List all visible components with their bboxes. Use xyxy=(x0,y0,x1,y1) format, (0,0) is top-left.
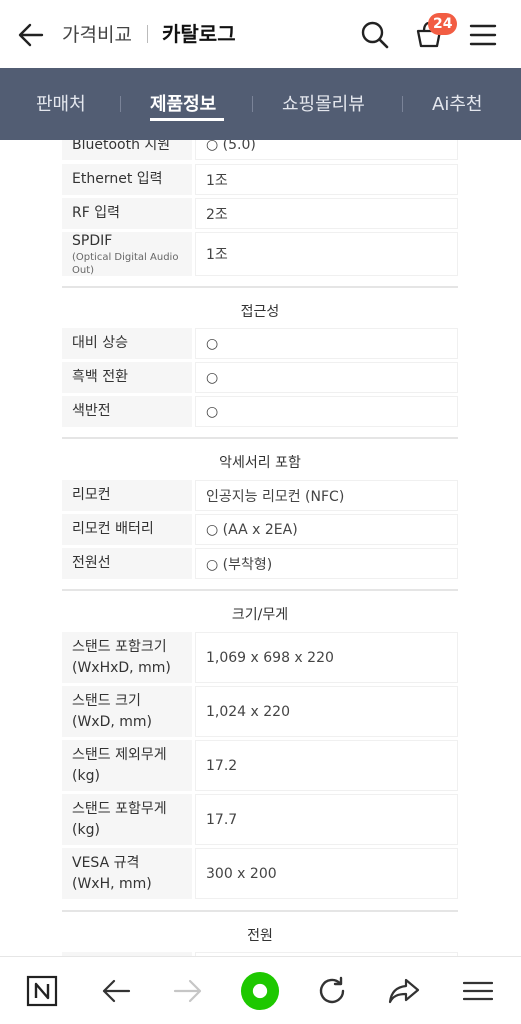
share-icon[interactable] xyxy=(384,971,424,1011)
page-title: 카탈로그 xyxy=(162,22,236,46)
spec-key-unit: (kg) xyxy=(72,821,100,838)
forward-icon[interactable] xyxy=(168,971,208,1011)
spec-key: VESA 규격 (WxH, mm) xyxy=(62,848,192,899)
spec-row-stand-size: 스탠드 크기 (WxD, mm) 1,024 x 220 xyxy=(62,686,458,737)
product-spec-content[interactable]: Bluetooth 지원 ○ (5.0) Ethernet 입력 1조 RF 입… xyxy=(0,140,521,956)
spec-key: 스탠드 포함무게 (kg) xyxy=(62,794,192,845)
tab-divider xyxy=(252,96,253,112)
menu-icon[interactable] xyxy=(458,971,498,1011)
spec-row-invert: 색반전 ○ xyxy=(62,396,458,427)
spec-value: 1,024 x 220 xyxy=(195,686,458,737)
naver-n-icon[interactable] xyxy=(22,971,62,1011)
spec-key-label: 스탠드 포함크기 xyxy=(72,639,167,656)
tab-divider xyxy=(402,96,403,112)
spec-row-remote: 리모컨 인공지능 리모컨 (NFC) xyxy=(62,480,458,511)
section-title-power: 전원 xyxy=(247,928,273,944)
spec-key: 스탠드 크기 (WxD, mm) xyxy=(62,686,192,737)
section-title-accessories: 악세서리 포함 xyxy=(219,455,301,471)
spec-key: Bluetooth 지원 xyxy=(62,140,192,160)
spec-key: 대비 상승 xyxy=(62,328,192,359)
spec-value: ○ (5.0) xyxy=(195,140,458,160)
spec-key-sub: (Optical Digital Audio Out) xyxy=(72,252,179,277)
tab-product-info[interactable]: 제품정보 xyxy=(150,90,216,116)
breadcrumb-divider xyxy=(147,25,148,43)
spec-value: 인공지능 리모컨 (NFC) xyxy=(195,480,458,511)
hamburger-menu-icon[interactable] xyxy=(464,16,502,54)
spec-row-remote-battery: 리모컨 배터리 ○ (AA x 2EA) xyxy=(62,514,458,545)
spec-key: RF 입력 xyxy=(62,198,192,229)
section-divider xyxy=(62,589,458,591)
spec-value: ○ xyxy=(195,328,458,359)
spec-key: 리모컨 배터리 xyxy=(62,514,192,545)
spec-key: 전원선 xyxy=(62,548,192,579)
back-icon[interactable] xyxy=(96,971,136,1011)
section-title-size-weight: 크기/무게 xyxy=(231,607,289,623)
spec-key: 스탠드 제외무게 (kg) xyxy=(62,740,192,791)
spec-row-contrast: 대비 상승 ○ xyxy=(62,328,458,359)
spec-row-grayscale: 흑백 전환 ○ xyxy=(62,362,458,393)
top-app-bar: 가격비교 카탈로그 24 xyxy=(0,0,521,68)
cart-count-badge: 24 xyxy=(428,13,458,35)
tab-ai-recommend[interactable]: Ai추천 xyxy=(432,90,482,116)
spec-row-vesa: VESA 규격 (WxH, mm) 300 x 200 xyxy=(62,848,458,899)
tab-mall-reviews[interactable]: 쇼핑몰리뷰 xyxy=(282,90,365,116)
spec-row-power-cable: 전원선 ○ (부착형) xyxy=(62,548,458,579)
spec-key: Ethernet 입력 xyxy=(62,164,192,195)
section-divider xyxy=(62,910,458,912)
spec-row-ethernet: Ethernet 입력 1조 xyxy=(62,164,458,195)
spec-key: 색반전 xyxy=(62,396,192,427)
spec-key-unit: (kg) xyxy=(72,767,100,784)
spec-row-bluetooth: Bluetooth 지원 ○ (5.0) xyxy=(62,140,458,160)
spec-key-label: 스탠드 포함무게 xyxy=(72,801,167,818)
spec-row-size-with-stand: 스탠드 포함크기 (WxHxD, mm) 1,069 x 698 x 220 xyxy=(62,632,458,683)
spec-value: 1,069 x 698 x 220 xyxy=(195,632,458,683)
spec-value: 1조 xyxy=(195,164,458,195)
active-tab-indicator xyxy=(150,118,224,121)
spec-row-rf: RF 입력 2조 xyxy=(62,198,458,229)
spec-key: 스탠드 포함크기 (WxHxD, mm) xyxy=(62,632,192,683)
browser-bottom-bar xyxy=(0,956,521,1024)
spec-row-spdif: SPDIF (Optical Digital Audio Out) 1조 xyxy=(62,232,458,276)
spec-value: 300 x 200 xyxy=(195,848,458,899)
spec-row-weight-with-stand: 스탠드 포함무게 (kg) 17.7 xyxy=(62,794,458,845)
spec-key-unit: (WxHxD, mm) xyxy=(72,659,171,676)
breadcrumb-parent[interactable]: 가격비교 xyxy=(62,20,132,47)
spec-key-unit: (WxD, mm) xyxy=(72,713,153,730)
spec-value: ○ xyxy=(195,362,458,393)
spec-value: 1조 xyxy=(195,232,458,276)
tab-divider xyxy=(120,96,121,112)
section-divider xyxy=(62,286,458,288)
refresh-icon[interactable] xyxy=(312,971,352,1011)
spec-key: 흑백 전환 xyxy=(62,362,192,393)
spec-value: 17.7 xyxy=(195,794,458,845)
section-title-accessibility: 접근성 xyxy=(240,304,280,320)
spec-value: ○ (부착형) xyxy=(195,548,458,579)
spec-key-label: 스탠드 제외무게 xyxy=(72,747,167,764)
spec-value: 2조 xyxy=(195,198,458,229)
tab-sellers[interactable]: 판매처 xyxy=(36,90,86,116)
spec-row-weight-without-stand: 스탠드 제외무게 (kg) 17.2 xyxy=(62,740,458,791)
section-divider xyxy=(62,437,458,439)
search-icon[interactable] xyxy=(356,16,394,54)
spec-value: ○ (AA x 2EA) xyxy=(195,514,458,545)
home-dot-icon[interactable] xyxy=(240,971,280,1011)
back-arrow-icon[interactable] xyxy=(14,18,48,52)
spec-key: 리모컨 xyxy=(62,480,192,511)
spec-key-label: 스탠드 크기 xyxy=(72,693,141,710)
spec-key-label: SPDIF xyxy=(72,232,113,249)
spec-value: 17.2 xyxy=(195,740,458,791)
spec-key-label: VESA 규격 xyxy=(72,855,140,872)
spec-value: ○ xyxy=(195,396,458,427)
spec-key-unit: (WxH, mm) xyxy=(72,875,152,892)
spec-key: SPDIF (Optical Digital Audio Out) xyxy=(62,232,192,276)
